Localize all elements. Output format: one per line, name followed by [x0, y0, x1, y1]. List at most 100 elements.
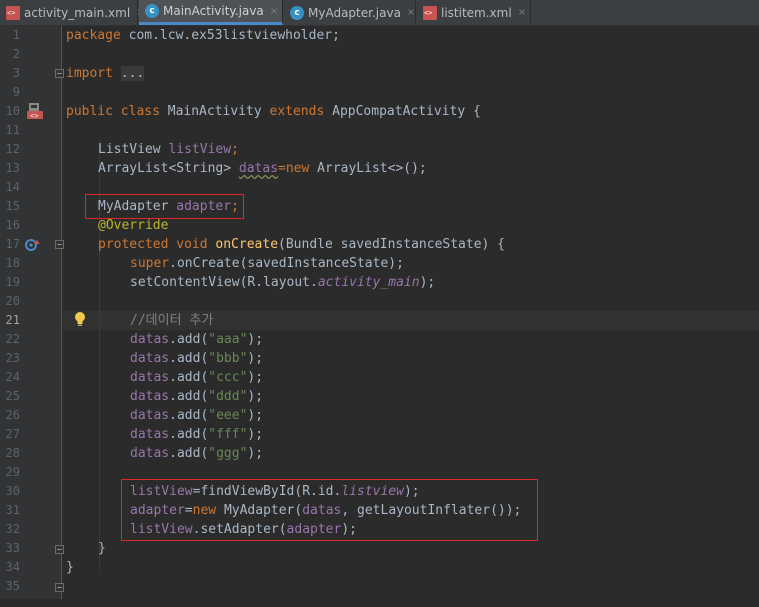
token-text: .add( — [169, 351, 209, 366]
line-number: 19 — [5, 275, 20, 289]
fold-toggle-icon[interactable] — [55, 583, 64, 592]
code-line-28[interactable]: datas.add("ggg"); — [130, 444, 263, 463]
activity-class-icon[interactable]: <> — [26, 103, 44, 119]
line-number: 15 — [5, 199, 20, 213]
token-text: ); — [247, 389, 264, 404]
line-number: 10 — [5, 104, 20, 118]
line-number-gutter[interactable]: 1 2 3 9 10 11 12 13 14 15 16 17 18 19 20… — [0, 26, 64, 607]
token-field: activity_main — [317, 275, 420, 290]
line-number: 13 — [5, 161, 20, 175]
line-number: 12 — [5, 142, 20, 156]
token-string: "ccc" — [208, 370, 248, 385]
token-text: .add( — [169, 332, 209, 347]
code-line-23[interactable]: datas.add("bbb"); — [130, 349, 263, 368]
token-keyword: public class — [66, 104, 168, 119]
highlight-box-adapter-field — [85, 194, 244, 219]
tab-label: MainActivity.java — [163, 4, 264, 18]
close-icon[interactable]: × — [270, 6, 278, 17]
fold-toggle-icon[interactable] — [55, 69, 64, 78]
line-number: 22 — [5, 332, 20, 346]
line-number: 24 — [5, 370, 20, 384]
code-line-3[interactable]: import ... — [66, 64, 145, 83]
token-keyword: extends — [269, 104, 333, 119]
horizontal-scrollbar[interactable] — [0, 599, 759, 607]
code-line-21[interactable]: //데이터 추가 — [130, 311, 213, 330]
line-number: 33 — [5, 541, 20, 555]
line-number: 32 — [5, 522, 20, 536]
token-comment: //데이터 추가 — [130, 313, 214, 328]
token-text: MainActivity — [167, 104, 270, 119]
line-number: 29 — [5, 465, 20, 479]
code-line-34[interactable]: } — [66, 558, 74, 577]
fold-toggle-icon[interactable] — [55, 240, 64, 249]
token-field: datas — [130, 370, 170, 385]
token-keyword: super — [130, 256, 170, 271]
line-number: 26 — [5, 408, 20, 422]
code-line-17[interactable]: protected void onCreate(Bundle savedInst… — [98, 235, 505, 254]
token-field: listView — [168, 142, 232, 157]
code-line-13[interactable]: ArrayList<String> datas=new ArrayList<>(… — [98, 159, 427, 178]
code-line-18[interactable]: super.onCreate(savedInstanceState); — [130, 254, 404, 273]
lightbulb-icon[interactable] — [74, 311, 86, 327]
line-number: 2 — [12, 47, 20, 61]
code-line-33[interactable]: } — [98, 539, 106, 558]
token-field: datas — [130, 427, 170, 442]
line-number: 27 — [5, 427, 20, 441]
token-keyword: import — [66, 66, 113, 81]
code-line-19[interactable]: setContentView(R.layout.activity_main); — [130, 273, 435, 292]
close-icon[interactable]: × — [518, 7, 526, 18]
highlight-box-listview-setup — [121, 479, 538, 541]
fold-toggle-icon[interactable] — [55, 545, 64, 554]
line-number: 28 — [5, 446, 20, 460]
tab-main-activity-java[interactable]: c MainActivity.java × — [139, 0, 283, 25]
code-line-22[interactable]: datas.add("aaa"); — [130, 330, 263, 349]
line-number: 30 — [5, 484, 20, 498]
line-number: 18 — [5, 256, 20, 270]
svg-text:<>: <> — [30, 112, 38, 119]
tab-label: MyAdapter.java — [308, 5, 401, 20]
token-text: ); — [247, 370, 264, 385]
token-keyword: =new — [278, 161, 318, 176]
line-number: 25 — [5, 389, 20, 403]
line-number: 3 — [12, 66, 20, 80]
token-text: .add( — [169, 370, 209, 385]
token-text: ); — [247, 332, 264, 347]
token-text: AppCompatActivity { — [332, 104, 481, 119]
tab-listitem-xml[interactable]: listitem.xml × — [417, 0, 531, 25]
code-line-12[interactable]: ListView listView; — [98, 140, 239, 159]
token-text: setContentView(R.layout. — [130, 275, 318, 290]
token-string: "ddd" — [208, 389, 248, 404]
token-text: (Bundle savedInstanceState) { — [278, 237, 506, 252]
token-text: ); — [247, 408, 264, 423]
xml-file-icon — [6, 5, 20, 20]
tab-my-adapter-java[interactable]: c MyAdapter.java × — [284, 0, 416, 25]
folded-imports[interactable]: ... — [120, 66, 145, 81]
code-line-27[interactable]: datas.add("fff"); — [130, 425, 263, 444]
token-text: ListView — [98, 142, 169, 157]
tab-label: listitem.xml — [441, 5, 512, 20]
line-number: 17 — [5, 237, 20, 251]
code-line-10[interactable]: public class MainActivity extends AppCom… — [66, 102, 481, 121]
override-method-icon[interactable] — [25, 238, 41, 252]
token-text: .add( — [169, 446, 209, 461]
tab-activity-main-xml[interactable]: activity_main.xml × — [0, 0, 145, 25]
code-line-26[interactable]: datas.add("eee"); — [130, 406, 263, 425]
token-text: .onCreate(savedInstanceState); — [169, 256, 404, 271]
token-text: .add( — [169, 427, 209, 442]
editor-tab-bar: activity_main.xml × c MainActivity.java … — [0, 0, 759, 26]
token-text: ); — [247, 351, 264, 366]
code-line-25[interactable]: datas.add("ddd"); — [130, 387, 263, 406]
token-text: ); — [247, 446, 264, 461]
line-number: 20 — [5, 294, 20, 308]
token-text: ArrayList<String> — [98, 161, 239, 176]
xml-file-icon — [423, 5, 437, 20]
token-text: } — [66, 560, 74, 575]
token-annotation: @Override — [98, 218, 169, 233]
close-icon[interactable]: × — [407, 7, 415, 18]
token-method: onCreate — [215, 237, 279, 252]
line-number: 9 — [12, 85, 20, 99]
code-line-1[interactable]: package com.lcw.ex53listviewholder; — [66, 26, 340, 45]
token-text: ); — [419, 275, 436, 290]
token-text: .add( — [169, 389, 209, 404]
code-line-24[interactable]: datas.add("ccc"); — [130, 368, 263, 387]
